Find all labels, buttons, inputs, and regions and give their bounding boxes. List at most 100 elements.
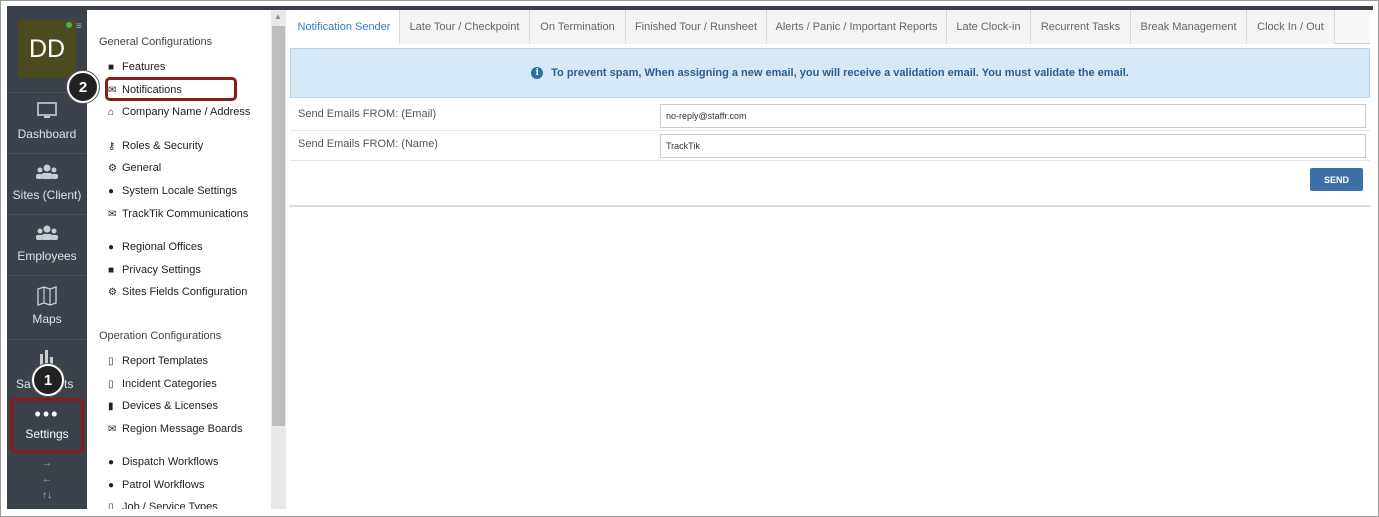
operation-configurations-heading: Operation Configurations	[99, 330, 222, 342]
notification-tabs: Notification Sender Late Tour / Checkpoi…	[289, 10, 1370, 44]
nav-settings[interactable]: ••• Settings	[10, 398, 84, 453]
email-field[interactable]	[660, 104, 1366, 128]
tab-finished-tour-runsheet[interactable]: Finished Tour / Runsheet	[626, 10, 767, 44]
more-dots-icon: •••	[34, 404, 60, 424]
globe-icon: ●	[108, 457, 115, 468]
notifications-highlight	[105, 77, 237, 101]
menu-item-tracktik-communications[interactable]: ✉ TrackTik Communications	[108, 208, 258, 221]
gear-icon: ⚙	[108, 163, 117, 174]
tab-notification-sender[interactable]: Notification Sender	[289, 10, 400, 44]
menu-item-devices-licenses[interactable]: ▮ Devices & Licenses	[108, 400, 258, 413]
map-icon	[37, 286, 57, 306]
menu-item-job-service-types[interactable]: ▯ Job / Service Types	[108, 501, 258, 510]
menu-item-general[interactable]: ⚙ General	[108, 162, 258, 175]
sort-icon[interactable]: ↑↓	[7, 488, 87, 504]
form-row-email: Send Emails FROM: (Email)	[290, 101, 1370, 131]
name-label: Send Emails FROM: (Name)	[298, 138, 438, 150]
menu-item-label: Company Name / Address	[122, 106, 251, 118]
email-label: Send Emails FROM: (Email)	[298, 108, 437, 120]
form-row-name: Send Emails FROM: (Name)	[290, 131, 1370, 161]
envelope-icon: ✉	[108, 424, 117, 435]
menu-item-report-templates[interactable]: ▯ Report Templates	[108, 355, 258, 368]
tab-alerts-panic-important-reports[interactable]: Alerts / Panic / Important Reports	[767, 10, 947, 44]
nav-maps[interactable]: Maps	[7, 275, 87, 338]
nav-employees[interactable]: Employees	[7, 214, 87, 274]
nav-maps-label: Maps	[32, 312, 62, 326]
info-icon: i	[531, 67, 544, 79]
menu-item-label: General	[122, 162, 162, 174]
rail-collapse-controls[interactable]: → ← ↑↓	[7, 456, 87, 504]
avatar[interactable]: DD	[18, 20, 76, 78]
callout-badge-1: 1	[32, 364, 64, 396]
spam-info-alert: i To prevent spam, When assigning a new …	[290, 48, 1370, 98]
envelope-icon: ✉	[108, 209, 117, 220]
menu-item-region-message-boards[interactable]: ✉ Region Message Boards	[108, 423, 258, 436]
file-icon: ▯	[108, 356, 114, 367]
form-divider	[289, 205, 1371, 207]
menu-item-company-name-address[interactable]: ⌂ Company Name / Address	[108, 106, 258, 119]
menu-item-patrol-workflows[interactable]: ● Patrol Workflows	[108, 479, 258, 492]
menu-item-dispatch-workflows[interactable]: ● Dispatch Workflows	[108, 456, 258, 469]
menu-item-privacy-settings[interactable]: ■ Privacy Settings	[108, 264, 258, 277]
users-icon	[36, 225, 58, 240]
nav-dashboard-label: Dashboard	[17, 127, 77, 141]
menu-item-incident-categories[interactable]: ▯ Incident Categories	[108, 378, 258, 391]
name-field[interactable]	[660, 134, 1366, 158]
arrow-right-icon[interactable]: →	[7, 456, 87, 472]
nav-sites-client-label: Sites (Client)	[12, 188, 82, 202]
file-icon: ▯	[108, 379, 114, 390]
nav-sites-client[interactable]: Sites (Client)	[7, 153, 87, 213]
nav-reports-label-end: ts	[64, 377, 74, 391]
tab-recurrent-tasks[interactable]: Recurrent Tasks	[1031, 10, 1131, 44]
menu-item-label: Patrol Workflows	[122, 479, 205, 491]
menu-item-regional-offices[interactable]: ● Regional Offices	[108, 241, 258, 254]
hamburger-icon[interactable]: ≡	[76, 22, 86, 32]
menu-item-label: Privacy Settings	[122, 264, 201, 276]
callout-badge-2: 2	[67, 71, 99, 103]
scroll-up-icon[interactable]: ▲	[274, 12, 282, 21]
arrow-left-icon[interactable]: ←	[7, 472, 87, 488]
menu-item-roles-security[interactable]: ⚷ Roles & Security	[108, 140, 258, 153]
tab-break-management[interactable]: Break Management	[1131, 10, 1247, 44]
tab-late-tour-checkpoint[interactable]: Late Tour / Checkpoint	[400, 10, 530, 44]
gear-icon: ⚙	[108, 287, 117, 298]
menu-item-label: Regional Offices	[122, 241, 203, 253]
menu-item-sites-fields-configuration[interactable]: ⚙ Sites Fields Configuration	[108, 286, 258, 299]
nav-employees-label: Employees	[17, 249, 77, 263]
online-status-icon	[66, 22, 72, 28]
menu-item-label: Features	[122, 61, 166, 73]
menu-item-label: Region Message Boards	[122, 423, 243, 435]
key-icon: ⚷	[108, 141, 116, 152]
menu-item-label: Incident Categories	[122, 378, 217, 390]
home-icon: ⌂	[108, 107, 115, 118]
menu-item-system-locale-settings[interactable]: ● System Locale Settings	[108, 185, 258, 198]
tab-on-termination[interactable]: On Termination	[530, 10, 626, 44]
menu-item-label: Dispatch Workflows	[122, 456, 219, 468]
menu-item-label: TrackTik Communications	[122, 208, 249, 220]
alert-text: To prevent spam, When assigning a new em…	[551, 67, 1129, 79]
file-icon: ▯	[108, 502, 114, 509]
globe-icon: ●	[108, 242, 115, 253]
nav-reports-label-start: Sa	[16, 377, 31, 391]
general-configurations-heading: General Configurations	[99, 36, 213, 48]
nav-settings-label: Settings	[25, 427, 69, 441]
globe-icon: ●	[108, 480, 115, 491]
lock-icon: ■	[108, 265, 115, 276]
tab-late-clock-in[interactable]: Late Clock-in	[947, 10, 1031, 44]
menu-item-label: System Locale Settings	[122, 185, 237, 197]
globe-icon: ●	[108, 186, 115, 197]
tab-clock-in-out[interactable]: Clock In / Out	[1247, 10, 1335, 44]
menu-item-label: Job / Service Types	[122, 501, 218, 510]
menu-item-features[interactable]: ■ Features	[108, 61, 258, 74]
settings-menu: General Configurations ■ Features ✉ Notifi…	[87, 10, 271, 509]
menu-item-label: Roles & Security	[122, 140, 204, 152]
briefcase-icon: ■	[108, 62, 115, 73]
users-icon	[36, 164, 58, 179]
send-button[interactable]: SEND	[1310, 168, 1363, 191]
menu-item-label: Report Templates	[122, 355, 209, 367]
menu-item-label: Sites Fields Configuration	[122, 286, 248, 298]
menu-scroll-thumb[interactable]	[272, 26, 285, 426]
monitor-icon	[37, 102, 57, 118]
tablet-icon: ▮	[108, 401, 114, 412]
menu-item-label: Devices & Licenses	[122, 400, 218, 412]
